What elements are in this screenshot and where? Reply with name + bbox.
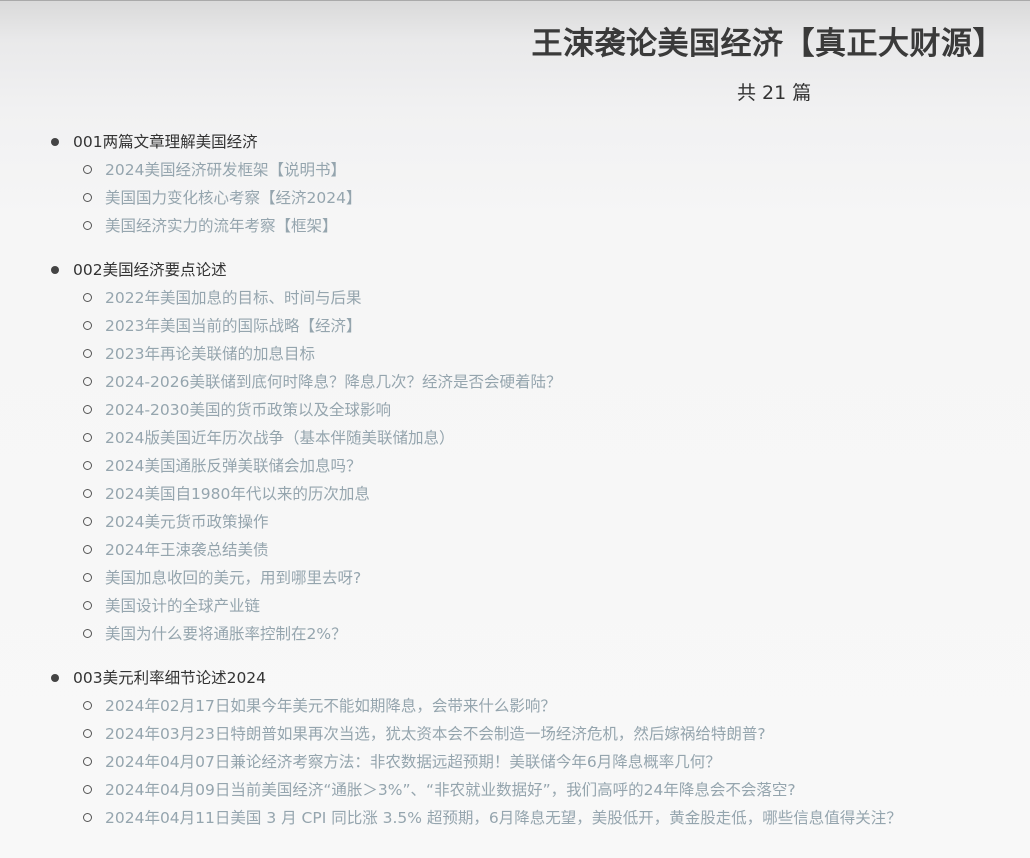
filled-bullet-icon (51, 674, 59, 682)
circle-bullet-icon (83, 193, 92, 202)
circle-bullet-icon (83, 349, 92, 358)
section-title: 002美国经济要点论述 (73, 261, 227, 279)
article-title[interactable]: 2024-2026美联储到底何时降息？降息几次？经济是否会硬着陆？ (105, 373, 562, 391)
article-link[interactable]: 2024年王涑袭总结美债 (0, 536, 1030, 564)
article-title[interactable]: 美国加息收回的美元，用到哪里去呀? (105, 569, 361, 587)
article-link[interactable]: 2024年04月07日兼论经济考察方法：非农数据远超预期！美联储今年6月降息概率… (0, 748, 1030, 776)
article-link[interactable]: 2024美国经济研发框架【说明书】 (0, 156, 1030, 184)
article-link[interactable]: 2024美国自1980年代以来的历次加息 (0, 480, 1030, 508)
article-title[interactable]: 2024年03月23日特朗普如果再次当选，犹太资本会不会制造一场经济危机，然后嫁… (105, 725, 766, 743)
circle-bullet-icon (83, 629, 92, 638)
section-heading: 003美元利率细节论述2024 (0, 664, 1030, 692)
count-prefix: 共 (737, 82, 757, 104)
article-title[interactable]: 2023年再论美联储的加息目标 (105, 345, 315, 363)
circle-bullet-icon (83, 489, 92, 498)
article-link[interactable]: 2024美国通胀反弹美联储会加息吗？ (0, 452, 1030, 480)
article-link[interactable]: 2024美元货币政策操作 (0, 508, 1030, 536)
circle-bullet-icon (83, 785, 92, 794)
circle-bullet-icon (83, 433, 92, 442)
section-heading: 001两篇文章理解美国经济 (0, 128, 1030, 156)
filled-bullet-icon (51, 266, 59, 274)
article-link[interactable]: 美国为什么要将通胀率控制在2%？ (0, 620, 1030, 648)
section-title: 003美元利率细节论述2024 (73, 669, 267, 687)
article-title[interactable]: 2024年04月11日美国 3 月 CPI 同比涨 3.5% 超预期，6月降息无… (105, 809, 902, 827)
article-link[interactable]: 2022年美国加息的目标、时间与后果 (0, 284, 1030, 312)
article-title[interactable]: 2024年02月17日如果今年美元不能如期降息，会带来什么影响？ (105, 697, 556, 715)
count-suffix: 篇 (792, 82, 812, 104)
article-title[interactable]: 美国为什么要将通胀率控制在2%？ (105, 625, 347, 643)
article-title[interactable]: 2024-2030美国的货币政策以及全球影响 (105, 401, 391, 419)
article-title[interactable]: 2024年王涑袭总结美债 (105, 541, 268, 559)
circle-bullet-icon (83, 813, 92, 822)
article-title[interactable]: 2022年美国加息的目标、时间与后果 (105, 289, 361, 307)
top-border (0, 0, 1030, 1)
article-title[interactable]: 2024美国经济研发框架【说明书】 (105, 161, 346, 179)
article-link[interactable]: 2024年04月09日当前美国经济“通胀＞3%”、“非农就业数据好”，我们高呼的… (0, 776, 1030, 804)
article-link[interactable]: 美国设计的全球产业链 (0, 592, 1030, 620)
page-title: 王涑袭论美国经济【真正大财源】 (531, 26, 1004, 62)
article-count: 共 21 篇 (737, 78, 811, 105)
article-title[interactable]: 美国国力变化核心考察【经济2024】 (105, 189, 361, 207)
article-link[interactable]: 2024版美国近年历次战争（基本伴随美联储加息） (0, 424, 1030, 452)
circle-bullet-icon (83, 545, 92, 554)
circle-bullet-icon (83, 729, 92, 738)
article-title[interactable]: 2024版美国近年历次战争（基本伴随美联储加息） (105, 429, 454, 447)
article-title[interactable]: 2023年美国当前的国际战略【经济】 (105, 317, 361, 335)
count-value: 21 (762, 82, 787, 104)
article-link[interactable]: 2024-2030美国的货币政策以及全球影响 (0, 396, 1030, 424)
article-title[interactable]: 2024美国通胀反弹美联储会加息吗？ (105, 457, 361, 475)
circle-bullet-icon (83, 461, 92, 470)
article-link[interactable]: 美国加息收回的美元，用到哪里去呀? (0, 564, 1030, 592)
circle-bullet-icon (83, 221, 92, 230)
article-link[interactable]: 2024-2026美联储到底何时降息？降息几次？经济是否会硬着陆？ (0, 368, 1030, 396)
table-of-contents: 001两篇文章理解美国经济 2024美国经济研发框架【说明书】 美国国力变化核心… (0, 128, 1030, 848)
article-link[interactable]: 2024年04月11日美国 3 月 CPI 同比涨 3.5% 超预期，6月降息无… (0, 804, 1030, 832)
circle-bullet-icon (83, 517, 92, 526)
circle-bullet-icon (83, 293, 92, 302)
circle-bullet-icon (83, 573, 92, 582)
circle-bullet-icon (83, 701, 92, 710)
circle-bullet-icon (83, 321, 92, 330)
section-heading: 002美国经济要点论述 (0, 256, 1030, 284)
article-title[interactable]: 美国设计的全球产业链 (105, 597, 260, 615)
article-link[interactable]: 美国经济实力的流年考察【框架】 (0, 212, 1030, 240)
toc-section: 001两篇文章理解美国经济 2024美国经济研发框架【说明书】 美国国力变化核心… (0, 128, 1030, 240)
toc-section: 002美国经济要点论述 2022年美国加息的目标、时间与后果 2023年美国当前… (0, 256, 1030, 648)
section-title: 001两篇文章理解美国经济 (73, 133, 258, 151)
circle-bullet-icon (83, 165, 92, 174)
circle-bullet-icon (83, 377, 92, 386)
article-title[interactable]: 2024美元货币政策操作 (105, 513, 268, 531)
article-link[interactable]: 2024年02月17日如果今年美元不能如期降息，会带来什么影响？ (0, 692, 1030, 720)
circle-bullet-icon (83, 405, 92, 414)
article-title[interactable]: 2024美国自1980年代以来的历次加息 (105, 485, 370, 503)
toc-section: 003美元利率细节论述2024 2024年02月17日如果今年美元不能如期降息，… (0, 664, 1030, 832)
filled-bullet-icon (51, 138, 59, 146)
article-link[interactable]: 2023年美国当前的国际战略【经济】 (0, 312, 1030, 340)
article-title[interactable]: 2024年04月09日当前美国经济“通胀＞3%”、“非农就业数据好”，我们高呼的… (105, 781, 796, 799)
article-link[interactable]: 2024年03月23日特朗普如果再次当选，犹太资本会不会制造一场经济危机，然后嫁… (0, 720, 1030, 748)
article-title[interactable]: 2024年04月07日兼论经济考察方法：非农数据远超预期！美联储今年6月降息概率… (105, 753, 721, 771)
circle-bullet-icon (83, 601, 92, 610)
article-title[interactable]: 美国经济实力的流年考察【框架】 (105, 217, 338, 235)
article-link[interactable]: 2023年再论美联储的加息目标 (0, 340, 1030, 368)
article-link[interactable]: 美国国力变化核心考察【经济2024】 (0, 184, 1030, 212)
circle-bullet-icon (83, 757, 92, 766)
